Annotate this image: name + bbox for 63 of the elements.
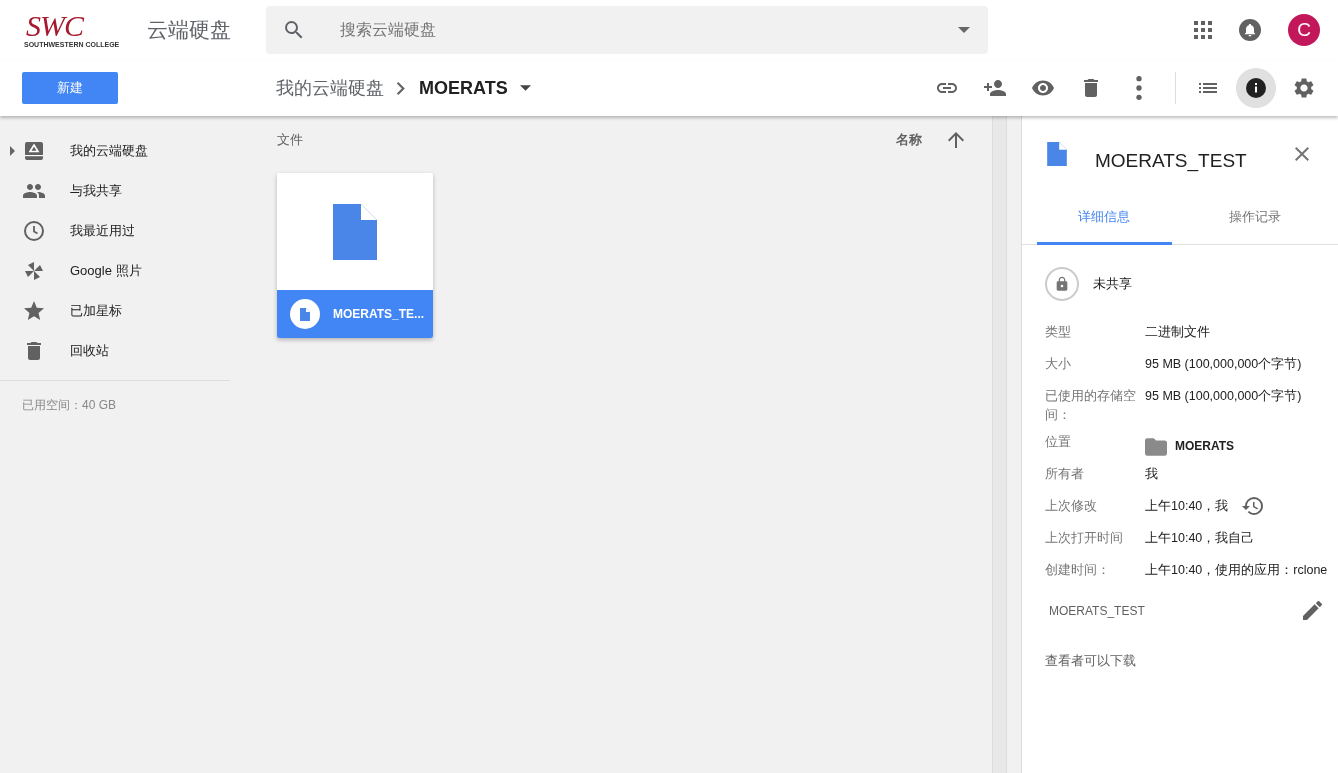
section-heading: 文件 <box>277 131 303 149</box>
pinwheel-icon <box>22 259 46 283</box>
panel-tab[interactable]: 操作记录 <box>1171 204 1338 245</box>
sort-by-name[interactable]: 名称 <box>896 131 922 149</box>
detail-value: 我 <box>1145 466 1158 483</box>
settings-icon[interactable] <box>1292 76 1316 100</box>
details-toggle[interactable] <box>1236 68 1276 108</box>
breadcrumb-current-folder[interactable]: MOERATS <box>419 77 508 99</box>
description-field[interactable]: MOERATS_TEST <box>1049 603 1145 618</box>
history-icon[interactable] <box>1242 497 1265 515</box>
detail-label: 已使用的存储空间： <box>1045 388 1137 424</box>
search-field[interactable]: 搜索云端硬盘 <box>338 20 958 40</box>
detail-value: 上午10:40，使用的应用：rclone <box>1145 562 1328 579</box>
logo-mark: SWC <box>25 11 83 41</box>
detail-value: 上午10:40，我 <box>1145 498 1229 515</box>
edit-pencil-icon[interactable] <box>1303 601 1322 620</box>
sharing-status: 未共享 <box>1093 275 1132 293</box>
scrollbar[interactable] <box>992 116 1007 773</box>
detail-label: 大小 <box>1045 356 1072 373</box>
sidebar-item[interactable]: 我最近用过 <box>0 211 260 251</box>
detail-label: 上次打开时间 <box>1045 530 1124 547</box>
dropdown-caret-icon[interactable] <box>519 85 531 91</box>
detail-value: 95 MB (100,000,000个字节) <box>1145 388 1302 405</box>
download-permission-note: 查看者可以下载 <box>1045 652 1137 670</box>
sidebar-item[interactable]: 与我共享 <box>0 171 260 211</box>
detail-label: 类型 <box>1045 324 1072 341</box>
notification-bell-icon[interactable] <box>1238 18 1262 42</box>
detail-label: 上次修改 <box>1045 498 1098 515</box>
detail-value: 上午10:40，我自己 <box>1145 530 1255 547</box>
avatar[interactable]: C <box>1288 14 1320 46</box>
clock-icon <box>22 219 46 243</box>
document-icon <box>333 203 377 260</box>
document-icon <box>1047 142 1067 166</box>
sidebar-item[interactable]: 已加星标 <box>0 291 260 331</box>
more-options-icon[interactable] <box>1135 76 1143 100</box>
search-bar[interactable]: 搜索云端硬盘 <box>266 6 988 54</box>
sidebar-item[interactable]: 我的云端硬盘 <box>0 131 260 171</box>
detail-label: 创建时间： <box>1045 562 1111 579</box>
drive-icon <box>22 139 46 163</box>
details-title: MOERATS_TEST <box>1095 150 1247 172</box>
apps-grid-icon[interactable] <box>1194 21 1212 39</box>
file-name: MOERATS_TE... <box>333 307 425 321</box>
folder-link[interactable]: MOERATS <box>1175 437 1235 456</box>
folder-icon <box>1145 438 1167 456</box>
info-icon[interactable] <box>1244 76 1268 100</box>
sidebar-item[interactable]: Google 照片 <box>0 251 260 291</box>
app-title: 云端硬盘 <box>147 17 232 43</box>
detail-value: 二进制文件 <box>1145 324 1210 341</box>
lock-icon <box>1045 267 1079 301</box>
dropdown-caret-icon[interactable] <box>958 27 970 33</box>
new-button[interactable]: 新建 <box>22 72 118 104</box>
detail-label: 位置 <box>1045 434 1072 451</box>
sidebar-item[interactable]: 回收站 <box>0 331 260 371</box>
document-badge-icon <box>290 299 320 329</box>
file-card[interactable]: MOERATS_TE... <box>277 173 433 338</box>
expand-caret-icon[interactable] <box>9 146 15 156</box>
chevron-right-icon <box>396 81 405 95</box>
panel-tab[interactable]: 详细信息 <box>1037 204 1172 245</box>
breadcrumb-link[interactable]: 我的云端硬盘 <box>276 76 384 100</box>
detail-label: 所有者 <box>1045 466 1085 483</box>
star-icon <box>22 299 46 323</box>
storage-usage: 已用空间：40 GB <box>22 397 118 414</box>
detail-value: 95 MB (100,000,000个字节) <box>1145 356 1302 373</box>
